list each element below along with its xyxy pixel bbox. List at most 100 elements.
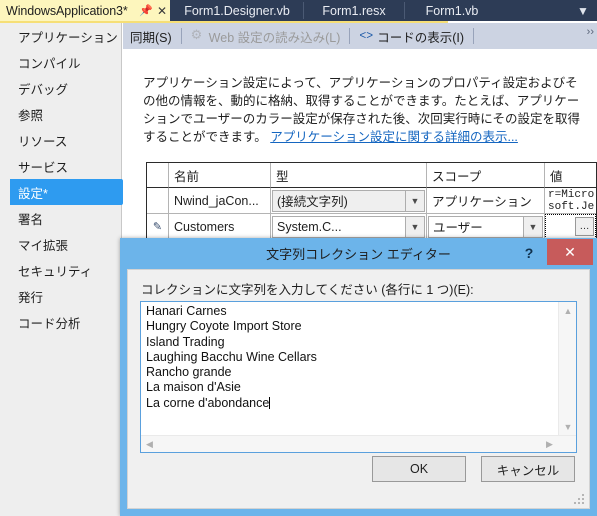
editor-line: Hungry Coyote Import Store bbox=[146, 319, 302, 334]
grid-header-type[interactable]: 型 bbox=[271, 163, 427, 188]
type-combobox[interactable]: System.C... ▼ bbox=[272, 215, 425, 238]
setting-name-cell[interactable]: Customers bbox=[169, 214, 271, 240]
string-collection-textarea[interactable]: Hanari Carnes Hungry Coyote Import Store I… bbox=[140, 301, 577, 453]
scope-combobox[interactable]: ユーザー ▼ bbox=[428, 215, 543, 238]
help-icon[interactable]: ? bbox=[517, 242, 541, 264]
toolbar-divider bbox=[349, 28, 351, 44]
sidebar-item-resources[interactable]: リソース bbox=[0, 127, 121, 153]
type-combobox[interactable]: (接続文字列) ▼ bbox=[272, 189, 425, 212]
dialog-titlebar[interactable]: 文字列コレクション エディター ? ✕ bbox=[120, 238, 597, 268]
text-caret bbox=[269, 396, 271, 409]
grid-header-value[interactable]: 値 bbox=[545, 163, 596, 188]
document-tab-strip: WindowsApplication3* 📌 ✕ Form1.Designer.… bbox=[0, 0, 597, 21]
cancel-button[interactable]: キャンセル bbox=[481, 456, 575, 482]
chevron-left-icon[interactable]: ◀ bbox=[141, 436, 158, 452]
grid-header-label: 値 bbox=[550, 169, 563, 184]
tab-label: WindowsApplication3* bbox=[6, 3, 128, 18]
sidebar-item-label: サービス bbox=[18, 160, 69, 175]
tab-windowsapplication3[interactable]: WindowsApplication3* 📌 ✕ bbox=[0, 0, 170, 21]
table-row[interactable]: Nwind_jaCon... (接続文字列) ▼ アプリケーション Provid… bbox=[147, 188, 596, 214]
chevron-down-icon[interactable]: ▼ bbox=[405, 216, 424, 237]
editor-content[interactable]: Hanari Carnes Hungry Coyote Import Store I… bbox=[146, 304, 557, 435]
setting-value-cell[interactable]: … bbox=[545, 214, 596, 240]
sidebar-item-label: 参照 bbox=[18, 108, 44, 123]
setting-value-text: Provider=Microsoft.Jet.OLE bbox=[548, 188, 595, 213]
chevron-right-icon[interactable]: ▶ bbox=[541, 436, 558, 452]
chevron-down-icon[interactable]: ▼ bbox=[523, 216, 542, 237]
tab-divider bbox=[404, 2, 405, 19]
sidebar-item-my-extensions[interactable]: マイ拡張 bbox=[0, 231, 121, 257]
sidebar-item-label: コンパイル bbox=[18, 56, 81, 71]
sidebar-item-compile[interactable]: コンパイル bbox=[0, 49, 121, 75]
tab-form1-vb[interactable]: Form1.vb bbox=[406, 0, 498, 21]
view-code-label: コードの表示(I) bbox=[377, 30, 465, 45]
sidebar-item-debug[interactable]: デバッグ bbox=[0, 75, 121, 101]
table-row[interactable]: ✎ Customers System.C... ▼ ユーザー ▼ … bbox=[147, 214, 596, 240]
sidebar-item-label: 設定* bbox=[18, 186, 48, 201]
type-value: (接続文字列) bbox=[273, 190, 405, 211]
setting-name-cell[interactable]: Nwind_jaCon... bbox=[169, 188, 271, 214]
sidebar-item-label: 署名 bbox=[18, 212, 44, 227]
toolbar-overflow-icon[interactable]: ›› bbox=[587, 26, 594, 38]
chevron-down-icon[interactable]: ▼ bbox=[573, 0, 593, 21]
dialog-instruction: コレクションに文字列を入力してください (各行に 1 つ)(E): bbox=[141, 283, 474, 297]
settings-grid[interactable]: 名前 型 スコープ 値 Nwind_jaCon... (接続文字列) ▼ アプリ… bbox=[146, 162, 597, 248]
sidebar-item-signing[interactable]: 署名 bbox=[0, 205, 121, 231]
chevron-down-icon[interactable]: ▼ bbox=[405, 190, 424, 211]
pin-icon[interactable]: 📌 bbox=[138, 4, 154, 17]
sidebar-item-references[interactable]: 参照 bbox=[0, 101, 121, 127]
ok-button[interactable]: OK bbox=[372, 456, 466, 482]
toolbar-divider bbox=[180, 28, 182, 44]
grid-header-row: 名前 型 スコープ 値 bbox=[147, 163, 596, 188]
grid-header-label: 名前 bbox=[174, 169, 200, 184]
sidebar-item-label: デバッグ bbox=[18, 82, 69, 97]
sidebar-item-label: コード分析 bbox=[18, 316, 81, 331]
sidebar-item-services[interactable]: サービス bbox=[0, 153, 121, 179]
setting-type-cell[interactable]: (接続文字列) ▼ bbox=[271, 188, 427, 214]
sidebar-item-label: マイ拡張 bbox=[18, 238, 69, 253]
sidebar-item-settings[interactable]: 設定* bbox=[10, 179, 131, 205]
setting-scope-cell[interactable]: アプリケーション bbox=[427, 188, 545, 214]
sidebar-item-security[interactable]: セキュリティ bbox=[0, 257, 121, 283]
scope-value: アプリケーション bbox=[432, 195, 532, 209]
horizontal-scrollbar[interactable]: ◀ ▶ bbox=[141, 435, 576, 452]
row-selector[interactable]: ✎ bbox=[147, 214, 169, 240]
grid-header-scope[interactable]: スコープ bbox=[427, 163, 545, 188]
vertical-scrollbar[interactable]: ▲ ▼ bbox=[558, 302, 576, 435]
resize-grip-icon[interactable] bbox=[574, 494, 585, 505]
project-properties-sidebar: アプリケーション コンパイル デバッグ 参照 リソース サービス 設定* 署名 … bbox=[0, 23, 131, 516]
code-brackets-icon: <> bbox=[359, 29, 374, 43]
row-selector[interactable] bbox=[147, 188, 169, 214]
chevron-down-icon[interactable]: ▼ bbox=[559, 418, 576, 435]
setting-value-cell[interactable]: Provider=Microsoft.Jet.OLE bbox=[545, 188, 596, 214]
tab-label: Form1.Designer.vb bbox=[184, 3, 290, 18]
tab-label: Form1.resx bbox=[322, 3, 386, 18]
close-icon[interactable]: ✕ bbox=[154, 4, 170, 18]
open-string-collection-editor-button[interactable]: … bbox=[575, 217, 594, 236]
settings-description: アプリケーション設定によって、アプリケーションのプロパティ設定およびその他の情報… bbox=[143, 74, 583, 146]
load-web-settings-button[interactable]: Web 設定の読み込み(L) bbox=[184, 23, 348, 49]
sidebar-item-publish[interactable]: 発行 bbox=[0, 283, 121, 309]
tab-form1-resx[interactable]: Form1.resx bbox=[305, 0, 403, 21]
scope-value: ユーザー bbox=[429, 216, 523, 237]
string-collection-editor-dialog: 文字列コレクション エディター ? ✕ コレクションに文字列を入力してください … bbox=[120, 238, 597, 516]
editor-line: Laughing Bacchu Wine Cellars bbox=[146, 349, 317, 364]
dialog-body: コレクションに文字列を入力してください (各行に 1 つ)(E): Hanari… bbox=[127, 269, 590, 509]
sidebar-item-label: セキュリティ bbox=[18, 264, 93, 279]
setting-scope-cell[interactable]: ユーザー ▼ bbox=[427, 214, 545, 240]
chevron-up-icon[interactable]: ▲ bbox=[559, 302, 576, 319]
editor-line: La maison d'Asie bbox=[146, 380, 241, 395]
sidebar-item-code-analysis[interactable]: コード分析 bbox=[0, 309, 121, 335]
view-code-button[interactable]: <> コードの表示(I) bbox=[352, 23, 471, 49]
grid-header-label: スコープ bbox=[432, 169, 482, 184]
sync-button[interactable]: 同期(S) bbox=[123, 23, 179, 49]
grid-header-name[interactable]: 名前 bbox=[169, 163, 271, 188]
close-icon[interactable]: ✕ bbox=[547, 239, 593, 265]
app-settings-help-link[interactable]: アプリケーション設定に関する詳細の表示... bbox=[270, 130, 518, 144]
tab-form1-designer-vb[interactable]: Form1.Designer.vb bbox=[172, 0, 302, 21]
grid-header-selector bbox=[147, 163, 169, 188]
sidebar-item-application[interactable]: アプリケーション bbox=[0, 23, 121, 49]
ok-label: OK bbox=[409, 462, 429, 476]
gear-icon bbox=[191, 27, 205, 43]
setting-type-cell[interactable]: System.C... ▼ bbox=[271, 214, 427, 240]
